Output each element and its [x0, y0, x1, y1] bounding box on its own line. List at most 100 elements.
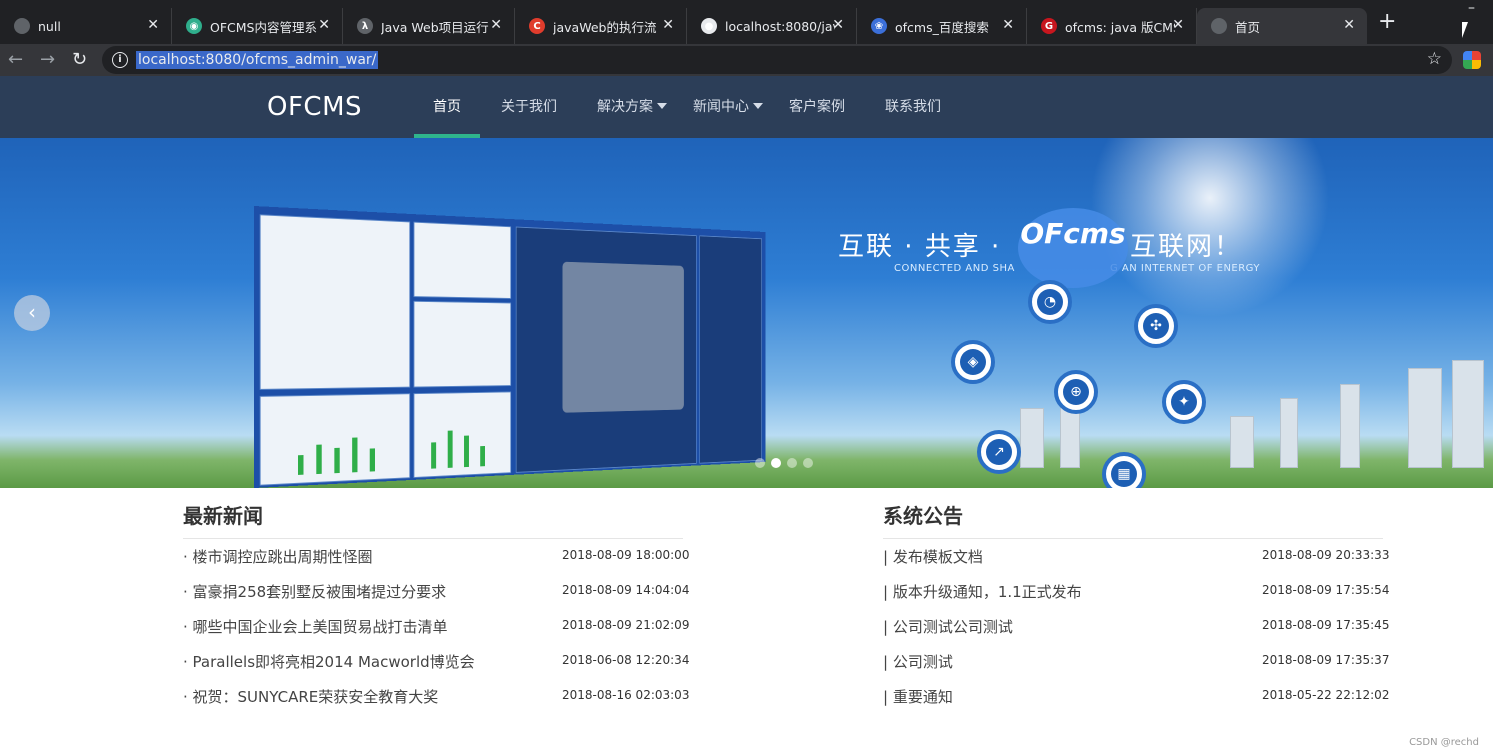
bookmark-star-icon[interactable]: ☆ — [1427, 49, 1442, 69]
news-divider — [183, 538, 683, 539]
close-tab-icon[interactable]: ✕ — [1343, 17, 1355, 33]
item-title-link[interactable]: · Parallels即将亮相2014 Macworld博览会 — [183, 651, 475, 672]
tab-title: OFCMS内容管理系 — [210, 19, 317, 35]
site-info-icon[interactable]: i — [112, 52, 128, 68]
list-item[interactable]: | 版本升级通知，1.1正式发布 2018-08-09 17:35:54 — [883, 581, 1389, 603]
item-date: 2018-05-22 22:12:02 — [1262, 688, 1390, 702]
browser-tab[interactable]: Gofcms: java 版CMS ✕ — [1027, 8, 1197, 44]
carousel-dot[interactable] — [803, 458, 813, 468]
browser-tab[interactable]: CjavaWeb的执行流 ✕ — [515, 8, 687, 44]
item-title-link[interactable]: · 祝贺：SUNYCARE荣获安全教育大奖 — [183, 686, 438, 707]
carousel-prev-button[interactable]: ‹ — [14, 295, 50, 331]
chart-growth-icon: ↗ — [977, 430, 1021, 474]
close-tab-icon[interactable]: ✕ — [318, 17, 330, 33]
nav-item-label: 客户案例 — [789, 99, 845, 115]
carousel-dot[interactable] — [787, 458, 797, 468]
item-title-link[interactable]: · 楼市调控应跳出周期性怪圈 — [183, 546, 373, 567]
minimize-window-button[interactable]: – — [1468, 0, 1475, 16]
tab-title: 首页 — [1235, 19, 1261, 35]
item-date: 2018-08-09 14:04:04 — [562, 583, 690, 597]
back-arrow-icon[interactable]: ← — [8, 50, 23, 70]
nav-item-label: 解决方案 — [597, 99, 653, 115]
watermark: CSDN @rechd — [1409, 737, 1479, 748]
nav-item-label: 关于我们 — [501, 99, 557, 115]
loading-icon — [1211, 18, 1227, 34]
ofcms-icon: ◉ — [186, 18, 202, 34]
site-logo[interactable]: OFCMS — [267, 92, 362, 122]
tab-title: javaWeb的执行流 — [553, 19, 657, 35]
lambda-icon: λ — [357, 18, 373, 34]
gitee-icon: G — [1041, 18, 1057, 34]
item-title-link[interactable]: | 重要通知 — [883, 686, 953, 707]
close-tab-icon[interactable]: ✕ — [1002, 17, 1014, 33]
item-date: 2018-08-09 17:35:54 — [1262, 583, 1390, 597]
wind-turbine-icon: ✣ — [1134, 304, 1178, 348]
address-bar[interactable]: i localhost:8080/ofcms_admin_war/ ☆ — [102, 46, 1452, 74]
tab-title: Java Web项目运行 — [381, 19, 489, 35]
carousel-dot[interactable] — [755, 458, 765, 468]
list-item[interactable]: · 楼市调控应跳出周期性怪圈 2018-08-09 18:00:00 — [183, 546, 689, 568]
nav-item-label: 新闻中心 — [693, 99, 749, 115]
nav-item[interactable]: 新闻中心 — [693, 76, 763, 138]
chevron-down-icon — [753, 103, 763, 109]
nav-item-label: 联系我们 — [885, 99, 941, 115]
site-header: OFCMS 首页 关于我们 解决方案 新闻中心 客户案例 联系我们 — [0, 76, 1493, 138]
lightbulb-icon: ✦ — [1162, 380, 1206, 424]
item-title-link[interactable]: | 公司测试 — [883, 651, 953, 672]
list-item[interactable]: · 哪些中国企业会上美国贸易战打击清单 2018-08-09 21:02:09 — [183, 616, 689, 638]
banner-slogan: 互联 · 共享 · — [838, 232, 1002, 262]
item-title-link[interactable]: | 发布模板文档 — [883, 546, 983, 567]
browser-tab[interactable]: ❀ ofcms_百度搜索 ✕ — [857, 8, 1027, 44]
item-date: 2018-08-09 21:02:09 — [562, 618, 690, 632]
nav-item[interactable]: 客户案例 — [789, 76, 845, 138]
list-item[interactable]: | 重要通知 2018-05-22 22:12:02 — [883, 686, 1389, 708]
nav-item[interactable]: 首页 — [414, 76, 480, 138]
browser-tab[interactable]: 首页 ✕ — [1197, 8, 1367, 44]
close-tab-icon[interactable]: ✕ — [662, 17, 674, 33]
browser-tab[interactable]: ◉ OFCMS内容管理系 ✕ — [172, 8, 343, 44]
close-tab-icon[interactable]: ✕ — [832, 17, 844, 33]
item-title-link[interactable]: · 富豪捐258套别墅反被围堵提过分要求 — [183, 581, 446, 602]
nav-item[interactable]: 关于我们 — [501, 76, 557, 138]
forward-arrow-icon[interactable]: → — [40, 50, 55, 70]
shield-icon: ◈ — [951, 340, 995, 384]
globe-icon: ● — [701, 18, 717, 34]
list-item[interactable]: · Parallels即将亮相2014 Macworld博览会 2018-06-0… — [183, 651, 689, 673]
browser-tab[interactable]: null ✕ — [0, 8, 172, 44]
browser-tab[interactable]: λ Java Web项目运行 ✕ — [343, 8, 515, 44]
list-item[interactable]: · 富豪捐258套别墅反被围堵提过分要求 2018-08-09 14:04:04 — [183, 581, 689, 603]
carousel-dot[interactable] — [771, 458, 781, 468]
ofcms-badge: OFcms — [1018, 208, 1128, 288]
list-item[interactable]: | 公司测试 2018-08-09 17:35:37 — [883, 651, 1389, 673]
tab-title: localhost:8080/jav — [725, 18, 835, 34]
address-url[interactable]: localhost:8080/ofcms_admin_war/ — [136, 51, 379, 69]
item-date: 2018-08-09 20:33:33 — [1262, 548, 1390, 562]
reload-icon[interactable]: ↻ — [72, 50, 87, 70]
banner-carousel: 互联 · 共享 · 互联网！ CONNECTED AND SHA G AN IN… — [0, 138, 1493, 488]
extension-icon[interactable] — [1463, 51, 1481, 69]
item-title-link[interactable]: | 公司测试公司测试 — [883, 616, 1013, 637]
chevron-down-icon — [657, 103, 667, 109]
list-item[interactable]: | 公司测试公司测试 2018-08-09 17:35:45 — [883, 616, 1389, 638]
item-title-link[interactable]: · 哪些中国企业会上美国贸易战打击清单 — [183, 616, 448, 637]
nav-item[interactable]: 联系我们 — [885, 76, 941, 138]
close-tab-icon[interactable]: ✕ — [147, 17, 159, 33]
browser-tab[interactable]: ● localhost:8080/jav ✕ — [687, 8, 857, 44]
list-item[interactable]: · 祝贺：SUNYCARE荣获安全教育大奖 2018-08-16 02:03:03 — [183, 686, 689, 708]
globe-icon: ⊕ — [1054, 370, 1098, 414]
item-date: 2018-08-16 02:03:03 — [562, 688, 690, 702]
close-tab-icon[interactable]: ✕ — [1172, 17, 1184, 33]
notices-divider — [883, 538, 1383, 539]
csdn-icon: C — [529, 18, 545, 34]
list-item[interactable]: | 发布模板文档 2018-08-09 20:33:33 — [883, 546, 1389, 568]
item-date: 2018-06-08 12:20:34 — [562, 653, 690, 667]
pie-chart-icon: ◔ — [1028, 280, 1072, 324]
nav-item[interactable]: 解决方案 — [597, 76, 667, 138]
tab-title: ofcms_百度搜索 — [895, 19, 989, 35]
close-tab-icon[interactable]: ✕ — [490, 17, 502, 33]
generic-page-icon — [14, 18, 30, 34]
item-title-link[interactable]: | 版本升级通知，1.1正式发布 — [883, 581, 1082, 602]
banner-slogan-sub-end: G AN INTERNET OF ENERGY — [1110, 263, 1261, 274]
tab-title: ofcms: java 版CMS — [1065, 19, 1175, 35]
new-tab-button[interactable]: + — [1378, 11, 1396, 33]
